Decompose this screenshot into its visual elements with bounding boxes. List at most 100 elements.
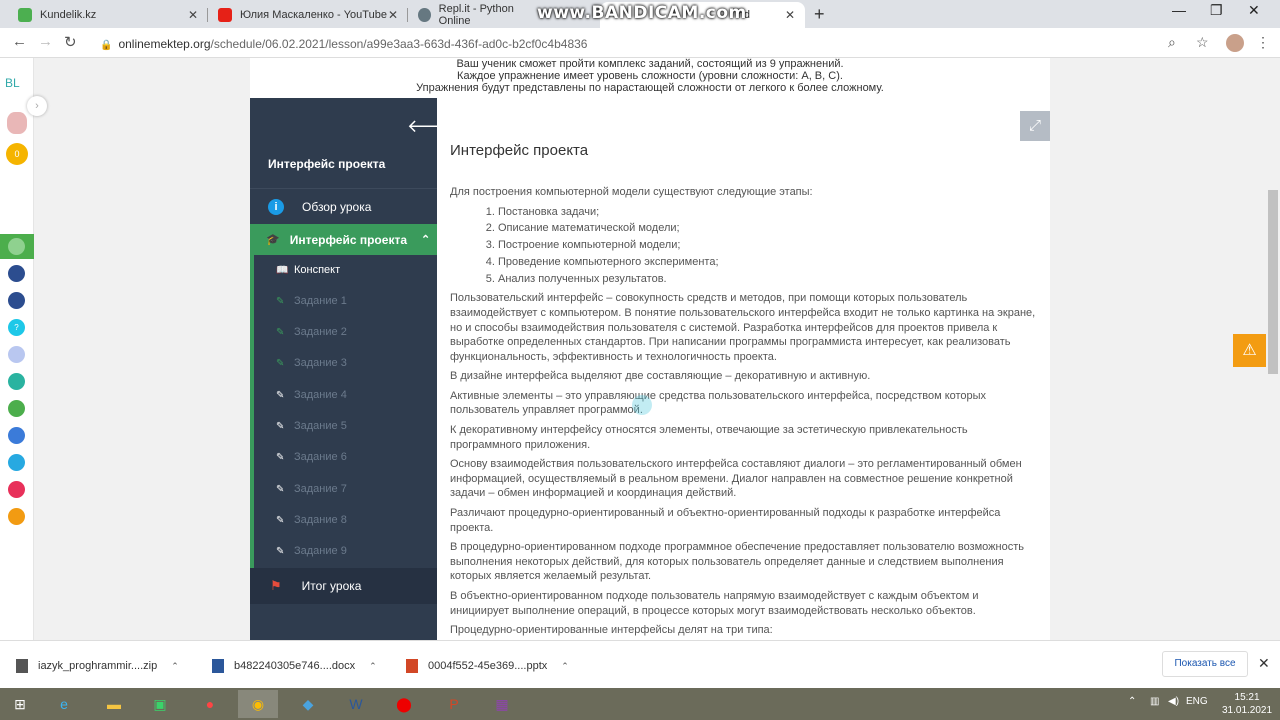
address-bar: ← → ↻ 🔒 onlinemektep.org/schedule/06.02.2… (0, 28, 1280, 58)
sidebar-item-task-8[interactable]: ✎ Задание 8 (276, 514, 347, 526)
zip-file-icon (16, 659, 28, 673)
extension-smart-icon[interactable] (8, 265, 25, 282)
extension-icon-10[interactable] (8, 481, 25, 498)
download-item[interactable]: 0004f552-45e369....pptx ⌃ (406, 659, 569, 673)
reload-icon[interactable]: ↻ (64, 33, 77, 51)
volume-icon[interactable]: ◀) (1168, 696, 1179, 707)
profile-avatar[interactable] (1226, 34, 1244, 52)
tab-replit[interactable]: Repl.it - Python Online (408, 2, 538, 28)
forward-icon[interactable]: → (38, 33, 53, 50)
app-icon-red[interactable]: ● (190, 690, 230, 718)
list-item: Анализ полученных результатов. (498, 272, 1040, 287)
edit-icon: ✎ (276, 451, 285, 463)
chevron-up-icon[interactable]: ⌃ (171, 661, 179, 672)
new-tab-button[interactable]: + (814, 4, 825, 25)
sidebar-item-task-6[interactable]: ✎ Задание 6 (276, 451, 347, 463)
paragraph: Активные элементы – это управляющие сред… (450, 389, 987, 417)
kundelik-icon (18, 8, 32, 22)
youtube-icon (218, 8, 232, 22)
word-file-icon (212, 659, 224, 673)
download-filename: 0004f552-45e369....pptx (428, 660, 548, 672)
sidebar-item-task-4[interactable]: ✎ Задание 4 (276, 389, 347, 401)
internet-explorer-icon[interactable]: e (44, 690, 84, 718)
downloads-bar: iazyk_proghrammir....zip ⌃ b482240305e74… (0, 640, 1280, 688)
user-avatar-icon[interactable] (7, 112, 27, 134)
download-item[interactable]: b482240305e746....docx ⌃ (212, 659, 377, 673)
close-icon[interactable]: ✕ (388, 8, 398, 22)
sidebar-item-konspekt[interactable]: 📖 Конспект (276, 264, 340, 276)
paragraph: К декоративному интерфейсу относятся эле… (450, 424, 968, 451)
chevron-up-icon[interactable]: ⌃ (561, 661, 569, 672)
sidebar-item-task-2[interactable]: ✎ Задание 2 (276, 326, 347, 338)
chevron-up-icon[interactable]: ⌃ (369, 661, 377, 672)
system-clock[interactable]: 15:21 31.01.2021 (1222, 691, 1272, 717)
powerpoint-icon[interactable]: P (434, 690, 474, 718)
sidebar-item-label: Задание 8 (294, 514, 347, 526)
chrome-icon[interactable]: ◉ (238, 690, 278, 718)
close-icon[interactable]: ✕ (1258, 655, 1270, 672)
list-item: Построение компьютерной модели; (498, 238, 1040, 253)
page-title: Интерфейс проекта (450, 142, 589, 159)
sidebar-item-label: Задание 9 (294, 545, 347, 557)
extension-smart-icon-2[interactable] (8, 292, 25, 309)
note-line: Упражнения будут представлены по нараста… (416, 82, 884, 94)
sidebar-item-task-9[interactable]: ✎ Задание 9 (276, 545, 347, 557)
close-window-icon[interactable]: ✕ (1248, 2, 1260, 19)
menu-dots-icon[interactable]: ⋮ (1256, 34, 1270, 51)
chevron-up-icon[interactable]: ⌃ (421, 233, 430, 246)
extension-icon-11[interactable] (8, 508, 25, 525)
word-icon[interactable]: W (336, 690, 376, 718)
extension-icon-8[interactable] (8, 427, 25, 444)
url-field[interactable]: 🔒 onlinemektep.org/schedule/06.02.2021/le… (100, 37, 587, 51)
close-icon[interactable]: ✕ (785, 8, 795, 22)
extension-icon-9[interactable] (8, 454, 25, 471)
sidebar-item-label: Задание 4 (294, 389, 347, 401)
scrollbar-thumb[interactable] (1268, 190, 1278, 374)
bandicam-record-icon[interactable]: ⬤ (384, 690, 424, 718)
bl-logo: BL (5, 76, 20, 90)
edit-icon: ✎ (276, 420, 285, 432)
close-icon[interactable]: ✕ (188, 8, 198, 22)
tray-chevron-icon[interactable]: ⌃ (1128, 696, 1136, 707)
sidebar-item-label: Задание 3 (294, 357, 347, 369)
help-icon[interactable]: ? (8, 319, 25, 336)
sidebar-item-task-1[interactable]: ✎ Задание 1 (276, 295, 347, 307)
sidebar-item-overview[interactable]: i Обзор урока (250, 188, 437, 224)
info-icon: i (268, 198, 284, 215)
extension-icon-7[interactable] (8, 400, 25, 417)
coin-badge[interactable]: 0 (6, 143, 28, 165)
store-icon[interactable]: ▣ (140, 690, 180, 718)
extension-icon-1[interactable] (8, 238, 25, 255)
file-explorer-icon[interactable]: ▬ (94, 690, 134, 718)
edit-icon: ✎ (276, 326, 285, 338)
bookmark-star-icon[interactable]: ☆ (1196, 34, 1209, 51)
download-filename: b482240305e746....docx (234, 660, 356, 672)
sidebar-item-summary[interactable]: ⚑ Итог урока (250, 568, 437, 604)
zoom-icon[interactable]: ⌕ (1168, 34, 1176, 51)
network-icon[interactable]: ▥ (1150, 696, 1159, 707)
extension-icon-6[interactable] (8, 373, 25, 390)
chevron-right-icon[interactable]: › (27, 96, 47, 116)
windows-start-icon[interactable]: ⊞ (0, 690, 40, 718)
download-item[interactable]: iazyk_proghrammir....zip ⌃ (16, 659, 179, 673)
language-indicator[interactable]: ENG (1186, 696, 1208, 707)
show-all-downloads-button[interactable]: Показать все (1162, 651, 1248, 677)
sidebar-item-task-3[interactable]: ✎ Задание 3 (276, 357, 347, 369)
app-icon-blue[interactable]: ◆ (288, 690, 328, 718)
sidebar-item-task-5[interactable]: ✎ Задание 5 (276, 420, 347, 432)
sidebar-item-label: Задание 1 (294, 295, 347, 307)
note-line: Каждое упражнение имеет уровень сложност… (457, 70, 843, 82)
sidebar-item-project-interface[interactable]: 🎓 Интерфейс проекта ⌃ (250, 224, 437, 255)
extension-icon-5[interactable] (8, 346, 25, 363)
app-icon-purple[interactable]: ▦ (482, 690, 522, 718)
restore-icon[interactable]: ❐ (1210, 2, 1223, 19)
expand-icon[interactable]: ⤢ (1020, 111, 1050, 141)
edit-icon: ✎ (276, 389, 285, 401)
sidebar-item-task-7[interactable]: ✎ Задание 7 (276, 483, 347, 495)
minimize-icon[interactable]: — (1172, 2, 1186, 18)
back-icon[interactable]: ← (12, 33, 27, 50)
tab-youtube[interactable]: Юлия Маскаленко - YouTube ✕ (208, 2, 408, 28)
tab-kundelik[interactable]: Kundelik.kz ✕ (8, 2, 208, 28)
replit-icon (418, 8, 431, 22)
warning-icon[interactable]: ⚠ (1233, 334, 1266, 367)
